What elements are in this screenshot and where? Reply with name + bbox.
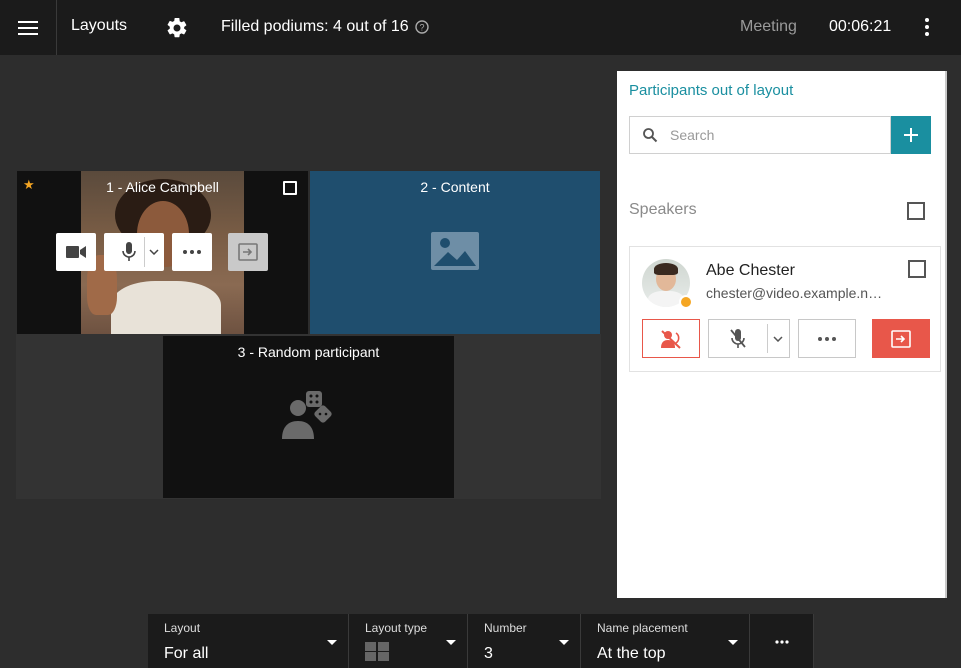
more-horiz-icon bbox=[775, 640, 789, 644]
tile-label: 1 - Alice Campbell bbox=[106, 179, 219, 195]
status-indicator bbox=[679, 295, 693, 309]
podium-tile-3[interactable]: 3 - Random participant bbox=[163, 336, 454, 498]
speaker-off-icon bbox=[661, 329, 681, 349]
podiums-status: Filled podiums: 4 out of 16 ? bbox=[221, 18, 429, 36]
chevron-down-icon[interactable] bbox=[149, 249, 159, 255]
microphone-button[interactable] bbox=[708, 319, 790, 358]
hamburger-menu-icon bbox=[18, 20, 38, 35]
more-options-button[interactable] bbox=[172, 233, 212, 271]
name-placement-select[interactable]: Name placement At the top bbox=[581, 614, 750, 668]
more-horiz-icon bbox=[183, 250, 201, 254]
dropdown-arrow-icon bbox=[559, 640, 569, 645]
gear-icon[interactable] bbox=[165, 16, 189, 40]
grid-layout-icon bbox=[365, 642, 389, 661]
plus-icon bbox=[904, 128, 918, 142]
search-icon bbox=[643, 128, 658, 143]
videocam-icon bbox=[66, 246, 86, 258]
search-input[interactable] bbox=[668, 126, 872, 144]
menu-button[interactable] bbox=[0, 0, 57, 55]
layout-value: For all bbox=[164, 645, 209, 662]
mic-icon bbox=[122, 242, 136, 261]
chevron-down-icon[interactable] bbox=[773, 335, 783, 342]
random-participant-icon bbox=[282, 391, 332, 439]
microphone-button[interactable] bbox=[104, 233, 164, 271]
speaker-off-button[interactable] bbox=[642, 319, 700, 358]
dropdown-arrow-icon bbox=[446, 640, 456, 645]
dropdown-arrow-icon bbox=[728, 640, 738, 645]
participant-email: chester@video.example.n… bbox=[706, 285, 883, 301]
more-vert-icon[interactable] bbox=[915, 15, 939, 39]
speakers-checkbox[interactable] bbox=[907, 202, 925, 220]
speakers-label: Speakers bbox=[629, 201, 697, 218]
top-bar: Layouts Filled podiums: 4 out of 16 ? Me… bbox=[0, 0, 961, 55]
layout-type-select[interactable]: Layout type bbox=[349, 614, 468, 668]
podium-tile-1[interactable]: ★ 1 - Alice Campbell bbox=[17, 171, 308, 334]
search-box bbox=[629, 116, 891, 154]
dropdown-arrow-icon bbox=[327, 640, 337, 645]
remove-from-layout-button[interactable] bbox=[228, 233, 268, 271]
more-horiz-icon bbox=[818, 336, 836, 341]
tile-label: 2 - Content bbox=[420, 179, 490, 195]
name-placement-value: At the top bbox=[597, 645, 666, 662]
tile-checkbox[interactable] bbox=[283, 181, 297, 195]
tile-label: 3 - Random participant bbox=[237, 344, 380, 360]
add-participant-button[interactable] bbox=[891, 116, 931, 154]
number-select[interactable]: Number 3 bbox=[468, 614, 581, 668]
participant-checkbox[interactable] bbox=[908, 260, 926, 278]
number-label: Number bbox=[484, 621, 527, 635]
podiums-text: Filled podiums: 4 out of 16 bbox=[221, 18, 409, 35]
number-value: 3 bbox=[484, 645, 493, 662]
layout-label: Layout bbox=[164, 621, 201, 635]
add-to-layout-button[interactable] bbox=[872, 319, 930, 358]
panel-title: Participants out of layout bbox=[629, 82, 794, 99]
podium-tile-2[interactable]: 2 - Content bbox=[310, 171, 600, 334]
participant-card: Abe Chester chester@video.example.n… bbox=[629, 246, 941, 372]
mic-off-icon bbox=[730, 328, 746, 348]
image-icon bbox=[431, 232, 479, 270]
layout-settings-bar: Layout For all Layout type Number 3 Name… bbox=[148, 614, 814, 668]
meeting-timer: 00:06:21 bbox=[829, 18, 892, 35]
camera-button[interactable] bbox=[56, 233, 96, 271]
name-placement-label: Name placement bbox=[597, 621, 688, 635]
svg-text:?: ? bbox=[419, 23, 424, 33]
page-title: Layouts bbox=[71, 17, 128, 34]
exit-icon bbox=[238, 243, 258, 261]
help-icon[interactable]: ? bbox=[414, 20, 429, 34]
participants-panel: Participants out of layout Speakers Abe … bbox=[617, 71, 947, 598]
layout-type-label: Layout type bbox=[365, 621, 428, 635]
participant-name: Abe Chester bbox=[706, 262, 795, 279]
meeting-link[interactable]: Meeting bbox=[740, 18, 797, 36]
exit-icon bbox=[891, 329, 911, 348]
more-settings-button[interactable] bbox=[750, 614, 814, 668]
layout-select[interactable]: Layout For all bbox=[148, 614, 349, 668]
more-options-button[interactable] bbox=[798, 319, 856, 358]
